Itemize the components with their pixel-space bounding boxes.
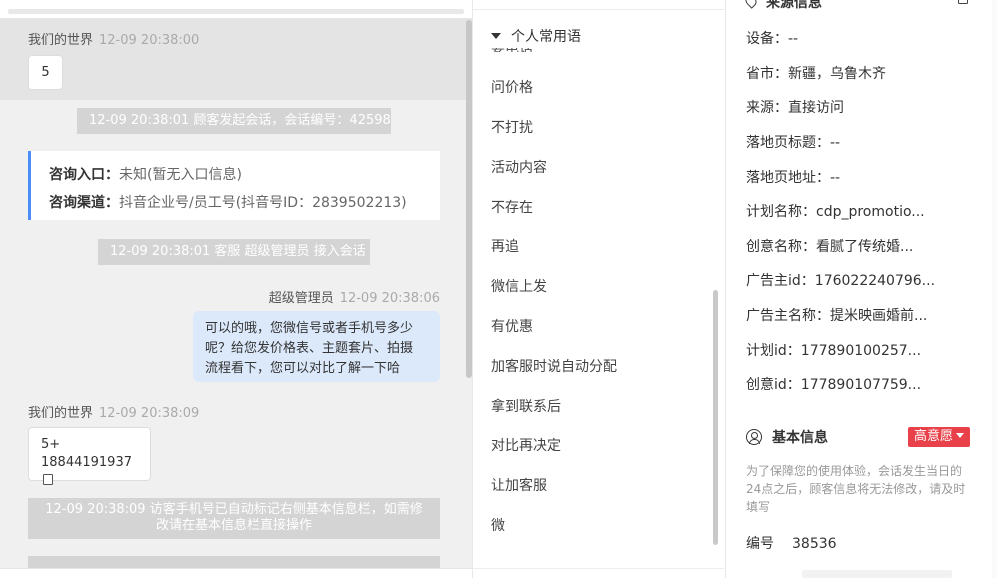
phrase-item[interactable]: 加客服时说自动分配 bbox=[491, 356, 617, 376]
info-row-plan-name: 计划名称：cdp_promotio... bbox=[746, 201, 925, 221]
info-row-creative-id: 创意id：177890107759... bbox=[746, 374, 921, 394]
copy-icon[interactable] bbox=[43, 471, 57, 485]
system-message: 12-09 20:38:01 顾客发起会话，会话编号：42598 bbox=[77, 108, 391, 134]
phrase-item[interactable]: 不打扰 bbox=[491, 117, 533, 137]
caret-down-icon bbox=[491, 33, 501, 39]
number-value: 38536 bbox=[792, 536, 837, 552]
info-label: 广告主名称： bbox=[746, 308, 830, 324]
info-label: 来源： bbox=[746, 100, 788, 116]
source-info-title: 来源信息 bbox=[766, 0, 822, 11]
info-value[interactable]: 看腻了传统婚... bbox=[816, 239, 913, 255]
info-value[interactable]: 177890107759... bbox=[801, 377, 921, 393]
message-line: 可以的哦，您微信号或者手机号多少 bbox=[205, 321, 414, 336]
info-value: 新疆，乌鲁木齐 bbox=[788, 66, 886, 82]
info-label: 创意名称： bbox=[746, 239, 816, 255]
info-row-advertiser-id: 广告主id：176022240796... bbox=[746, 270, 935, 290]
message-time: 12-09 20:38:00 bbox=[99, 33, 200, 48]
input-field-partial[interactable] bbox=[802, 570, 952, 578]
location-icon bbox=[743, 0, 759, 9]
phrase-group-label: 个人常用语 bbox=[511, 29, 581, 45]
phrase-item[interactable]: 活动内容 bbox=[491, 157, 547, 177]
info-row-creative-name: 创意名称：看腻了传统婚... bbox=[746, 236, 913, 256]
info-value: -- bbox=[830, 170, 841, 186]
outgoing-message-bubble[interactable]: 可以的哦，您微信号或者手机号多少 呢？给您发价格表、主题套片、拍摄 流程看下，您… bbox=[193, 311, 440, 382]
message-line: 流程看下，您可以对比了解一下哈 bbox=[205, 361, 401, 376]
message-line: 呢？给您发价格表、主题套片、拍摄 bbox=[205, 341, 414, 356]
consult-channel-label: 咨询渠道： bbox=[49, 195, 119, 211]
info-row-source: 来源：直接访问 bbox=[746, 97, 844, 117]
incoming-message-bubble[interactable]: 5 bbox=[28, 55, 63, 90]
message-time: 12-09 20:38:06 bbox=[339, 291, 440, 306]
incoming-message-bubble[interactable]: 5+ 18844191937 bbox=[28, 427, 151, 485]
customer-number-row: 编号 38536 bbox=[746, 533, 837, 553]
edit-icon[interactable] bbox=[958, 0, 968, 4]
system-message: 12-09 20:38:01 客服 超级管理员 接入会话 bbox=[98, 239, 370, 265]
info-label: 计划名称： bbox=[746, 204, 816, 220]
phrase-item[interactable]: 微信上发 bbox=[491, 276, 547, 296]
source-info-header: 来源信息 bbox=[743, 0, 822, 12]
divider bbox=[473, 9, 724, 10]
info-value: -- bbox=[830, 135, 841, 151]
sender-name: 我们的世界 bbox=[28, 33, 94, 48]
phone-number: 18844191937 bbox=[41, 455, 132, 470]
message-header: 我们的世界 12-09 20:38:00 bbox=[28, 29, 199, 48]
message-header: 我们的世界 12-09 20:38:09 bbox=[28, 402, 199, 421]
phrase-item[interactable]: 让加客服 bbox=[491, 475, 547, 495]
panel-edge bbox=[992, 0, 997, 578]
info-value: -- bbox=[788, 31, 799, 47]
message-time: 12-09 20:38:09 bbox=[99, 406, 200, 421]
phrases-footer bbox=[473, 568, 724, 578]
sender-name: 超级管理员 bbox=[268, 291, 334, 306]
consult-info-card: 咨询入口：未知(暂无入口信息) 咨询渠道：抖音企业号/员工号(抖音号ID：283… bbox=[28, 151, 440, 220]
sender-name: 我们的世界 bbox=[28, 406, 94, 421]
info-label: 落地页地址： bbox=[746, 170, 830, 186]
info-value[interactable]: 177890100257... bbox=[801, 343, 921, 359]
quick-phrases-panel: 个人常用语 要电话 问价格 不打扰 活动内容 不存在 再追 微信上发 有优惠 加… bbox=[472, 0, 724, 578]
consult-entry-value: 未知(暂无入口信息) bbox=[119, 167, 242, 183]
phrase-item[interactable]: 不存在 bbox=[491, 197, 533, 217]
phrase-item[interactable]: 对比再决定 bbox=[491, 435, 561, 455]
number-label: 编号 bbox=[746, 536, 774, 552]
info-label: 广告主id： bbox=[746, 273, 815, 289]
caret-down-icon bbox=[956, 433, 965, 438]
phrase-item[interactable]: 问价格 bbox=[491, 77, 533, 97]
info-value[interactable]: 176022240796... bbox=[815, 273, 935, 289]
intent-level-dropdown[interactable]: 高意愿 bbox=[908, 427, 971, 447]
phrase-item[interactable]: 拿到联系后 bbox=[491, 396, 561, 416]
message-line: 5+ bbox=[41, 437, 61, 452]
info-row-landing-title: 落地页标题：-- bbox=[746, 132, 840, 152]
edit-deadline-notice: 为了保障您的使用体验，会话发生当日的24点之后，顾客信息将无法修改，请及时填写 bbox=[746, 464, 966, 514]
phrase-group-header[interactable]: 个人常用语 bbox=[491, 28, 587, 48]
intent-level-label: 高意愿 bbox=[914, 429, 954, 444]
consult-channel-value: 抖音企业号/员工号(抖音号ID：2839502213) bbox=[119, 195, 407, 211]
user-icon bbox=[746, 429, 762, 445]
chat-panel: 我们的世界 12-09 20:38:00 5 12-09 20:38:01 顾客发… bbox=[0, 0, 472, 578]
info-label: 创意id： bbox=[746, 377, 801, 393]
basic-info-header: 基本信息 bbox=[746, 427, 828, 447]
info-label: 省市： bbox=[746, 66, 788, 82]
phrase-item[interactable]: 微 bbox=[491, 515, 505, 535]
basic-info-title: 基本信息 bbox=[772, 430, 828, 446]
phrase-item[interactable]: 有优惠 bbox=[491, 316, 533, 336]
info-value[interactable]: 提米映画婚前... bbox=[830, 308, 927, 324]
info-row-plan-id: 计划id：177890100257... bbox=[746, 340, 921, 360]
phrases-scrollbar[interactable] bbox=[713, 290, 718, 545]
phrase-item[interactable]: 再追 bbox=[491, 236, 519, 256]
customer-info-panel: 来源信息 设备：-- 省市：新疆，乌鲁木齐 来源：直接访问 落地页标题：-- 落… bbox=[725, 0, 997, 578]
info-row-region: 省市：新疆，乌鲁木齐 bbox=[746, 63, 886, 83]
info-value: 直接访问 bbox=[788, 100, 844, 116]
info-row-device: 设备：-- bbox=[746, 28, 798, 48]
message-text: 5 bbox=[41, 65, 50, 80]
system-message: 12-09 20:38:09 访客手机号已自动标记右侧基本信息栏，如需修改请在基… bbox=[28, 498, 440, 539]
info-label: 设备： bbox=[746, 31, 788, 47]
info-value[interactable]: cdp_promotio... bbox=[816, 204, 925, 220]
message-header: 超级管理员 12-09 20:38:06 bbox=[240, 287, 440, 306]
info-label: 落地页标题： bbox=[746, 135, 830, 151]
consult-entry-label: 咨询入口： bbox=[49, 167, 119, 183]
info-row-landing-url: 落地页地址：-- bbox=[746, 167, 840, 187]
info-row-advertiser-name: 广告主名称：提米映画婚前... bbox=[746, 305, 927, 325]
chat-topbar bbox=[0, 0, 472, 18]
chat-input-toolbar bbox=[0, 568, 472, 578]
info-label: 计划id： bbox=[746, 343, 801, 359]
